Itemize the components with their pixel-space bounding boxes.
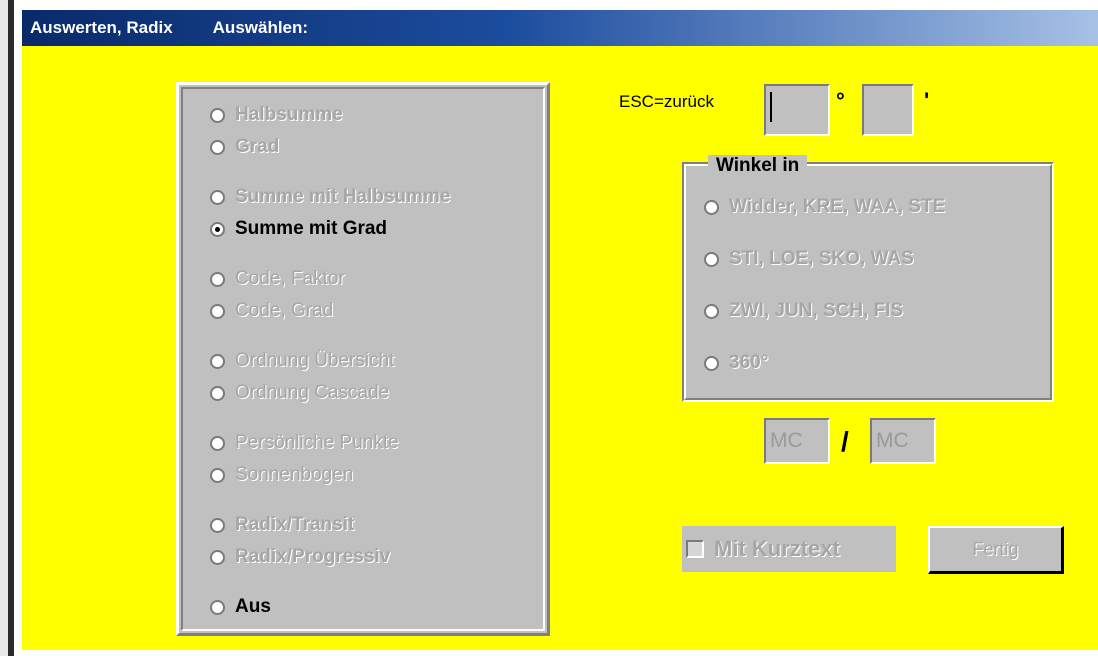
checkbox-icon: [686, 540, 704, 558]
radio-icon: [210, 353, 225, 369]
text-caret: [770, 92, 772, 122]
option-label: Sonnenbogen: [235, 464, 354, 485]
option-label: Summe mit Halbsumme: [235, 186, 451, 207]
winkel-option-widder[interactable]: Widder, KRE, WAA, STE: [704, 196, 945, 218]
option-code-faktor[interactable]: Code, Faktor: [210, 268, 345, 290]
option-radix-transit[interactable]: Radix/Transit: [210, 514, 354, 536]
option-label: Radix/Progressiv: [235, 546, 391, 567]
mc-separator: /: [841, 426, 849, 457]
radio-icon: [210, 303, 225, 319]
option-grad[interactable]: Grad: [210, 136, 279, 158]
window-title: Auswerten, Radix: [30, 18, 173, 37]
option-label: STI, LOE, SKO, WAS: [729, 248, 914, 269]
degree-input[interactable]: [764, 84, 830, 136]
radio-icon: [704, 355, 719, 371]
kurztext-label: Mit Kurztext: [714, 536, 840, 561]
option-label: Ordnung Übersicht: [235, 350, 395, 371]
window-left-edge: [0, 0, 14, 656]
radio-icon: [210, 599, 225, 615]
option-persoenliche-punkte[interactable]: Persönliche Punkte: [210, 432, 399, 454]
winkel-option-sti[interactable]: STI, LOE, SKO, WAS: [704, 248, 914, 270]
esc-hint-label: ESC=zurück: [619, 92, 714, 111]
minute-symbol: ': [924, 88, 930, 113]
radio-icon: [210, 467, 225, 483]
option-label: Summe mit Grad: [235, 218, 388, 239]
radio-icon: [210, 189, 225, 205]
window-left-edge-shadow: [8, 0, 14, 656]
option-summe-mit-halbsumme[interactable]: Summe mit Halbsumme: [210, 186, 450, 208]
option-summe-mit-grad[interactable]: Summe mit Grad: [210, 218, 387, 240]
radio-icon: [704, 199, 719, 215]
mc-left-field[interactable]: MC: [764, 418, 830, 464]
radio-icon: [704, 251, 719, 267]
option-ordnung-uebersicht[interactable]: Ordnung Übersicht: [210, 350, 394, 372]
option-label: Radix/Transit: [235, 514, 355, 535]
dialog-window: Auswerten, Radix Auswählen: Halbsumme Gr…: [22, 10, 1098, 650]
radio-selected-icon: [210, 221, 225, 237]
radio-icon: [210, 517, 225, 533]
option-ordnung-cascade[interactable]: Ordnung Cascade: [210, 382, 389, 404]
option-label: Halbsumme: [235, 104, 343, 125]
option-aus[interactable]: Aus: [210, 596, 271, 618]
radio-icon: [210, 435, 225, 451]
option-label: Code, Grad: [235, 300, 334, 321]
option-label: Grad: [235, 136, 280, 157]
option-label: Ordnung Cascade: [235, 382, 390, 403]
option-sonnenbogen[interactable]: Sonnenbogen: [210, 464, 353, 486]
radio-icon: [210, 139, 225, 155]
minute-input[interactable]: [862, 84, 914, 136]
winkel-in-group-title: Winkel in: [708, 155, 808, 177]
radio-icon: [704, 303, 719, 319]
option-label: Widder, KRE, WAA, STE: [729, 196, 946, 217]
radio-icon: [210, 385, 225, 401]
option-label: Persönliche Punkte: [235, 432, 399, 453]
option-label: 360°: [729, 352, 769, 373]
fertig-button[interactable]: Fertig: [928, 526, 1064, 574]
radio-icon: [210, 271, 225, 287]
window-subtitle: Auswählen:: [212, 18, 309, 37]
mc-right-field[interactable]: MC: [870, 418, 936, 464]
option-code-grad[interactable]: Code, Grad: [210, 300, 333, 322]
radio-icon: [210, 107, 225, 123]
option-label: ZWI, JUN, SCH, FIS: [729, 300, 904, 321]
option-radix-progressiv[interactable]: Radix/Progressiv: [210, 546, 390, 568]
title-bar[interactable]: Auswerten, Radix Auswählen:: [22, 10, 1098, 46]
option-label: Aus: [235, 596, 271, 617]
radio-icon: [210, 549, 225, 565]
degree-symbol: °: [836, 88, 845, 113]
option-label: Code, Faktor: [235, 268, 345, 289]
kurztext-checkbox[interactable]: Mit Kurztext: [682, 526, 896, 572]
option-halbsumme[interactable]: Halbsumme: [210, 104, 343, 126]
winkel-option-zwi[interactable]: ZWI, JUN, SCH, FIS: [704, 300, 903, 322]
winkel-option-360[interactable]: 360°: [704, 352, 768, 374]
